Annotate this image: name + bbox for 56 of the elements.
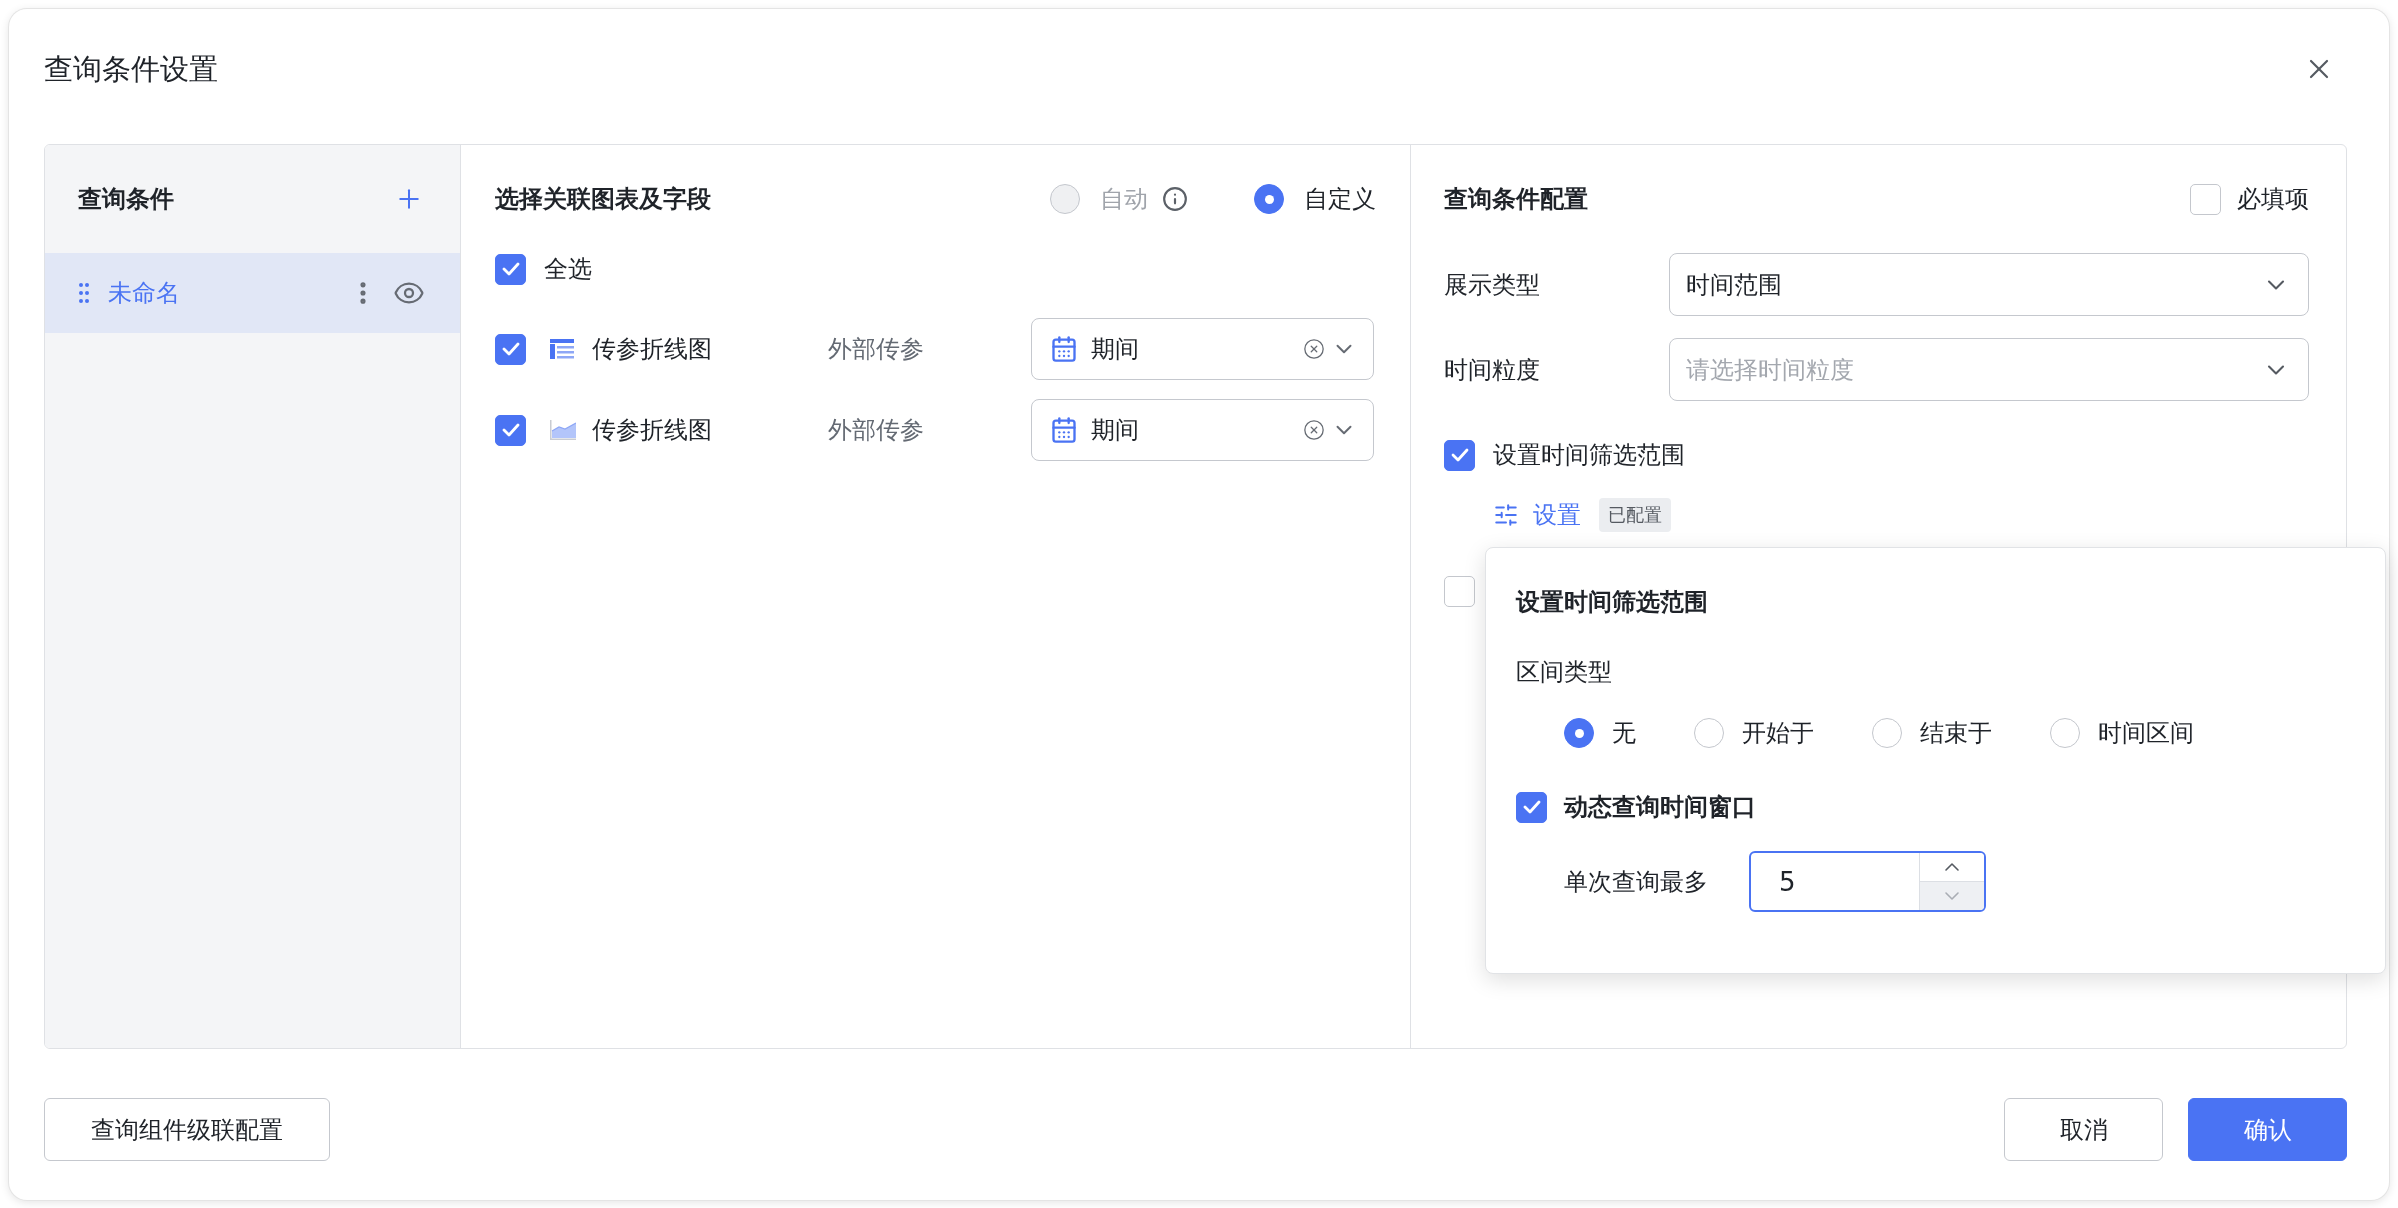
checkbox[interactable]: [2190, 183, 2221, 215]
dialog-title: 查询条件设置: [44, 51, 218, 88]
sliders-icon: [1493, 502, 1519, 528]
status-tag: 已配置: [1599, 498, 1671, 532]
checkbox[interactable]: [495, 414, 526, 446]
field-label: 区间类型: [1516, 657, 1612, 688]
cascade-config-button[interactable]: 查询组件级联配置: [44, 1098, 330, 1161]
field-label: 展示类型: [1444, 269, 1540, 301]
checkbox-label[interactable]: 全选: [544, 249, 592, 289]
check-icon: [1450, 448, 1469, 462]
chart-name: 传参折线图: [592, 334, 712, 365]
checkbox[interactable]: [1444, 575, 1475, 607]
parameter-source: 外部传参: [828, 415, 924, 446]
field-label: 时间粒度: [1444, 354, 1540, 386]
calendar-icon: [1050, 416, 1078, 444]
calendar-icon: [1050, 335, 1078, 363]
checkbox[interactable]: [495, 253, 526, 285]
cancel-button[interactable]: 取消: [2004, 1098, 2163, 1161]
radio-button[interactable]: [1694, 718, 1724, 748]
table-icon: [550, 339, 574, 359]
parameter-source: 外部传参: [828, 334, 924, 365]
radio-label[interactable]: 开始于: [1742, 713, 1814, 753]
section-title: 选择关联图表及字段: [495, 184, 711, 215]
radio-button[interactable]: [1872, 718, 1902, 748]
confirm-button[interactable]: 确认: [2188, 1098, 2347, 1161]
checkbox[interactable]: [1516, 791, 1547, 823]
number-input[interactable]: 5: [1749, 851, 1986, 912]
checkbox[interactable]: [495, 333, 526, 365]
checkbox-label[interactable]: 设置时间筛选范围: [1493, 435, 1685, 475]
radio-label[interactable]: 结束于: [1920, 713, 1992, 753]
checkbox[interactable]: [1444, 439, 1475, 471]
check-icon: [501, 262, 520, 276]
check-icon: [501, 342, 520, 356]
area-chart-icon: [550, 420, 576, 440]
chart-name: 传参折线图: [592, 415, 712, 446]
clear-icon[interactable]: [1303, 338, 1325, 360]
drag-handle-icon[interactable]: [79, 282, 89, 304]
radio-button[interactable]: [2050, 718, 2080, 748]
radio-button[interactable]: [1254, 184, 1284, 214]
radio-button[interactable]: [1564, 718, 1594, 748]
radio-label[interactable]: 自定义: [1304, 179, 1376, 219]
popover-title: 设置时间筛选范围: [1516, 587, 1708, 618]
select-field[interactable]: 时间范围: [1669, 253, 2309, 316]
field-select[interactable]: 期间: [1031, 318, 1374, 380]
field-select[interactable]: 期间: [1031, 399, 1374, 461]
check-icon: [1522, 800, 1541, 814]
check-icon: [501, 423, 520, 437]
settings-link[interactable]: 设置: [1493, 495, 1581, 535]
radio-label[interactable]: 时间区间: [2098, 713, 2194, 753]
sidebar-title: 查询条件: [78, 184, 174, 215]
checkbox-label[interactable]: 必填项: [2237, 179, 2309, 219]
clear-icon[interactable]: [1303, 419, 1325, 441]
checkbox-label[interactable]: 动态查询时间窗口: [1564, 787, 1756, 827]
section-title: 查询条件配置: [1444, 184, 1588, 215]
field-label: 单次查询最多: [1564, 866, 1708, 898]
radio-label[interactable]: 无: [1612, 713, 1636, 753]
